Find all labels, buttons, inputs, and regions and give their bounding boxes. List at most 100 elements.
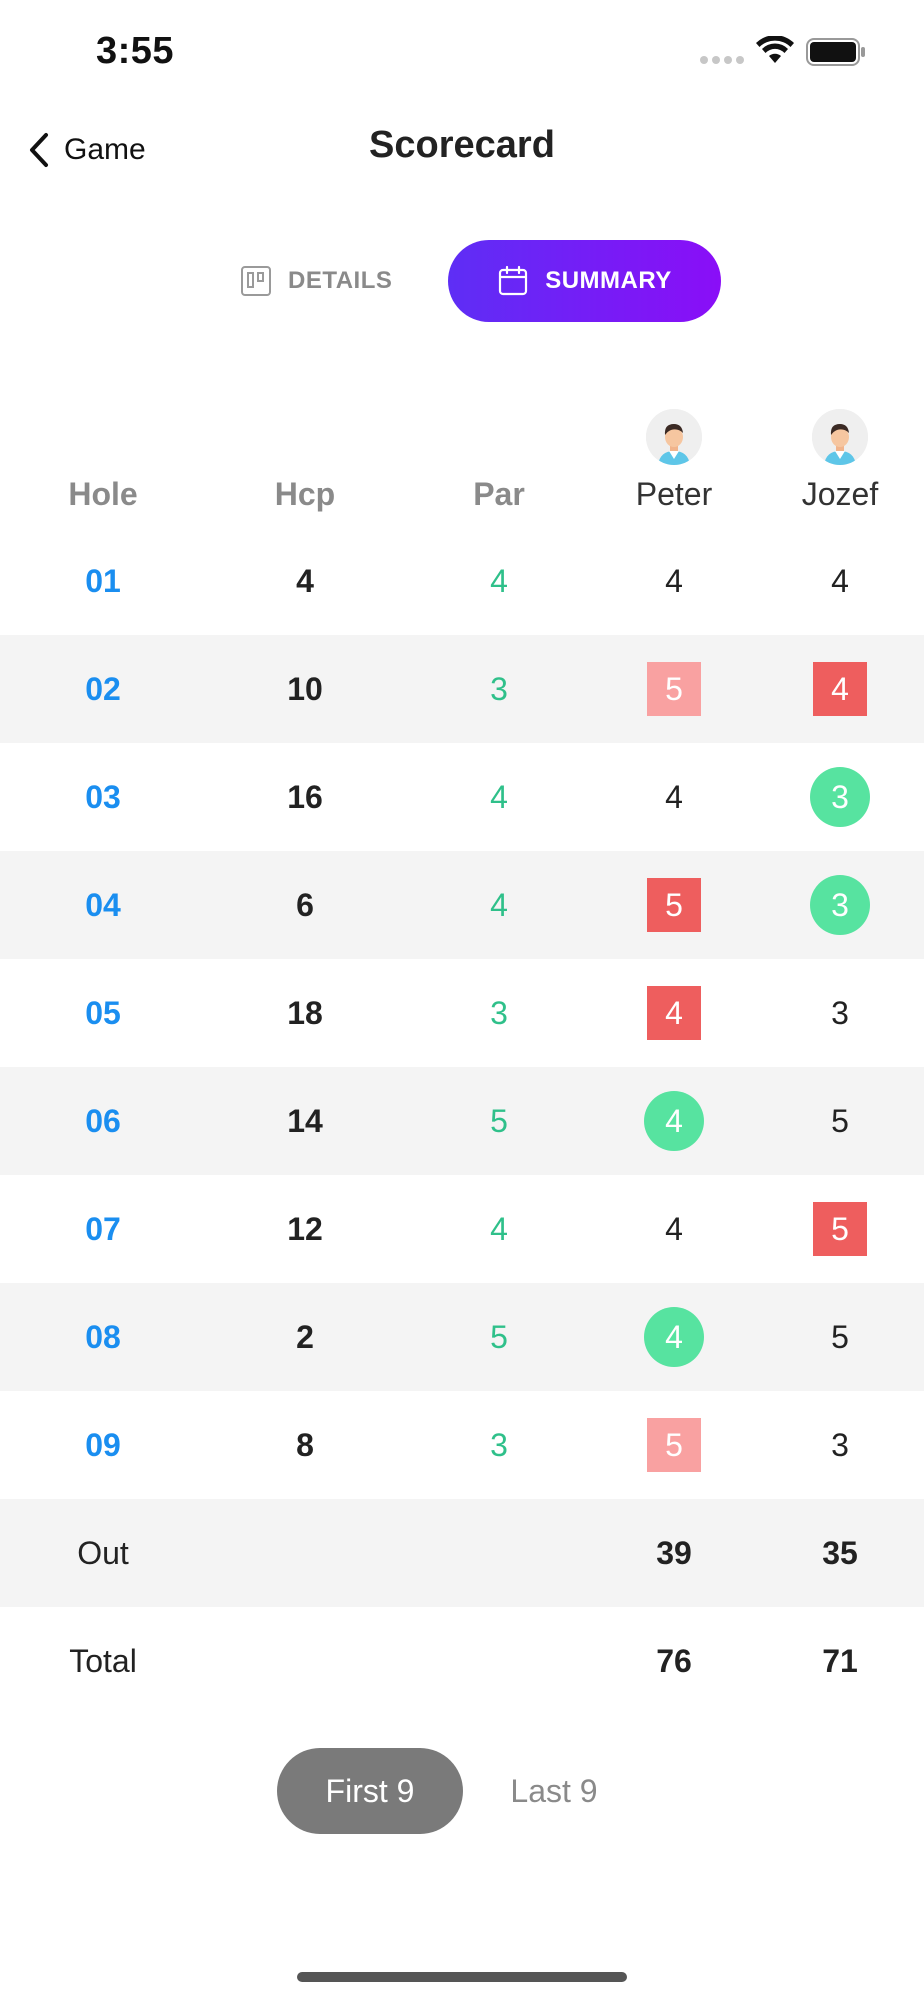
first-9-button[interactable]: First 9 xyxy=(277,1748,463,1834)
battery-icon xyxy=(806,38,865,66)
status-bar: 3:55 xyxy=(0,0,924,100)
hole-cell: 02 xyxy=(36,635,170,743)
cellular-signal-icon xyxy=(700,56,744,64)
par-value: 3 xyxy=(490,994,508,1031)
player-2-score-cell: 3 xyxy=(772,743,908,851)
hcp-value: 18 xyxy=(287,994,323,1031)
hole-number: 09 xyxy=(85,1426,121,1463)
hole-number: 03 xyxy=(85,778,121,815)
double-score-badge: 4 xyxy=(647,986,701,1040)
hcp-value: 16 xyxy=(287,778,323,815)
par-cell: 4 xyxy=(430,743,568,851)
tab-summary[interactable]: SUMMARY xyxy=(448,240,721,322)
out-player-2-value: 35 xyxy=(822,1534,858,1571)
table-row: 01 4 4 4 4 xyxy=(0,527,924,635)
double-score-badge: 5 xyxy=(813,1202,867,1256)
par-cell: 4 xyxy=(430,1175,568,1283)
score-value: 3 xyxy=(831,994,849,1031)
birdie-score-badge: 3 xyxy=(810,767,870,827)
status-time: 3:55 xyxy=(96,30,175,72)
page-title: Scorecard xyxy=(369,124,555,166)
last-9-button[interactable]: Last 9 xyxy=(477,1748,631,1834)
hcp-value: 14 xyxy=(287,1102,323,1139)
hole-cell: 04 xyxy=(36,851,170,959)
player-1-avatar xyxy=(646,409,702,465)
player-2-score-cell: 3 xyxy=(772,851,908,959)
player-2-score-cell: 4 xyxy=(772,527,908,635)
tab-summary-label: SUMMARY xyxy=(545,267,672,294)
table-row: 04 6 4 5 3 xyxy=(0,851,924,959)
player-1-score-cell: 5 xyxy=(606,635,742,743)
score-value: 5 xyxy=(831,1102,849,1139)
player-2-score-cell: 5 xyxy=(772,1067,908,1175)
player-2-score-cell: 4 xyxy=(772,635,908,743)
out-player-1-cell: 39 xyxy=(606,1499,742,1607)
hcp-cell: 4 xyxy=(236,527,374,635)
header-hcp: Hcp xyxy=(274,476,336,512)
par-value: 4 xyxy=(490,562,508,599)
total-player-1-value: 76 xyxy=(656,1642,692,1679)
out-label: Out xyxy=(77,1534,129,1571)
hcp-cell: 10 xyxy=(236,635,374,743)
hcp-value: 2 xyxy=(296,1318,314,1355)
player-1-score-cell: 4 xyxy=(606,959,742,1067)
player-2-avatar xyxy=(812,409,868,465)
hcp-value: 12 xyxy=(287,1210,323,1247)
scorecard-rows: 01 4 4 4 4 02 10 3 5 4 03 16 4 4 3 04 6 4 5 3 05 18 3 4 3 06 14 5 4 5… xyxy=(0,527,924,1715)
nav-bar: Game Scorecard xyxy=(0,110,924,190)
player-1-score-cell: 4 xyxy=(606,1283,742,1391)
board-icon xyxy=(241,266,271,296)
player-1-score-cell: 4 xyxy=(606,527,742,635)
par-value: 4 xyxy=(490,886,508,923)
hcp-value: 8 xyxy=(296,1426,314,1463)
par-cell: 3 xyxy=(430,1391,568,1499)
hcp-cell: 6 xyxy=(236,851,374,959)
table-row: 08 2 5 4 5 xyxy=(0,1283,924,1391)
hole-number: 06 xyxy=(85,1102,121,1139)
header-hole: Hole xyxy=(68,476,138,512)
birdie-score-badge: 4 xyxy=(644,1091,704,1151)
calendar-icon xyxy=(499,265,528,296)
hole-number: 04 xyxy=(85,886,121,923)
hole-cell: 09 xyxy=(36,1391,170,1499)
hole-cell: 05 xyxy=(36,959,170,1067)
par-value: 3 xyxy=(490,670,508,707)
player-2-score-cell: 3 xyxy=(772,1391,908,1499)
bogey-score-badge: 5 xyxy=(647,1418,701,1472)
par-value: 4 xyxy=(490,778,508,815)
player-1-score-cell: 4 xyxy=(606,1067,742,1175)
total-player-2-cell: 71 xyxy=(772,1607,908,1715)
hcp-value: 10 xyxy=(287,670,323,707)
scorecard-header: Hole Hcp Par Peter Jozef xyxy=(0,466,924,526)
hcp-cell: 8 xyxy=(236,1391,374,1499)
player-1-score-cell: 5 xyxy=(606,851,742,959)
hole-cell: 01 xyxy=(36,527,170,635)
hcp-cell: 16 xyxy=(236,743,374,851)
double-score-badge: 5 xyxy=(647,878,701,932)
tab-details[interactable]: DETAILS xyxy=(240,240,420,322)
hole-cell: 07 xyxy=(36,1175,170,1283)
birdie-score-badge: 3 xyxy=(810,875,870,935)
out-player-2-cell: 35 xyxy=(772,1499,908,1607)
hcp-value: 4 xyxy=(296,562,314,599)
par-cell: 3 xyxy=(430,635,568,743)
hcp-cell: 14 xyxy=(236,1067,374,1175)
nine-toggle: First 9 Last 9 xyxy=(277,1748,647,1834)
table-row: 05 18 3 4 3 xyxy=(0,959,924,1067)
table-row: 07 12 4 4 5 xyxy=(0,1175,924,1283)
par-value: 3 xyxy=(490,1426,508,1463)
hole-number: 08 xyxy=(85,1318,121,1355)
table-row: 09 8 3 5 3 xyxy=(0,1391,924,1499)
birdie-score-badge: 4 xyxy=(644,1307,704,1367)
score-value: 4 xyxy=(831,562,849,599)
hcp-cell: 18 xyxy=(236,959,374,1067)
hole-number: 05 xyxy=(85,994,121,1031)
hcp-cell: 2 xyxy=(236,1283,374,1391)
par-value: 5 xyxy=(490,1102,508,1139)
view-tabs: DETAILS SUMMARY xyxy=(0,240,924,322)
total-label-cell: Total xyxy=(36,1607,170,1715)
par-cell: 4 xyxy=(430,851,568,959)
score-value: 4 xyxy=(665,1210,683,1247)
par-cell: 4 xyxy=(430,527,568,635)
hole-cell: 08 xyxy=(36,1283,170,1391)
